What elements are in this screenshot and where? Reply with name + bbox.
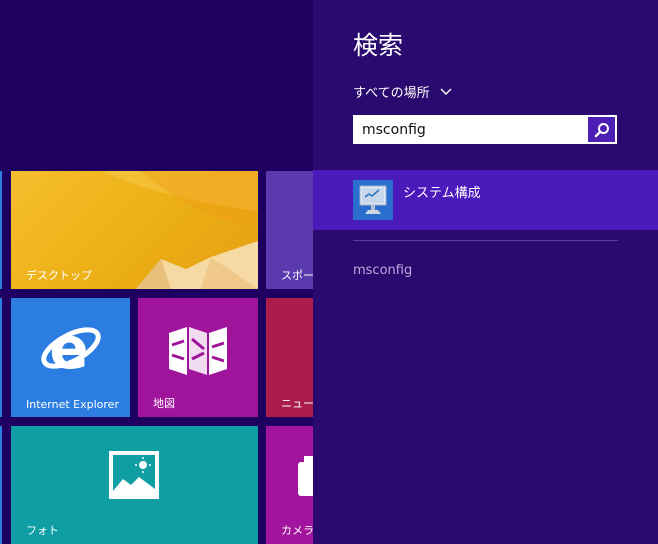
internet-explorer-icon: e bbox=[41, 318, 101, 378]
search-pane: 検索 すべての場所 システム構成 mscon bbox=[313, 0, 658, 544]
photo-icon bbox=[109, 451, 159, 499]
map-icon bbox=[169, 327, 227, 375]
search-input[interactable] bbox=[353, 116, 588, 143]
tile-news[interactable]: ニュー bbox=[266, 298, 314, 417]
tile-maps[interactable]: 地図 bbox=[138, 298, 258, 417]
search-result-label: システム構成 bbox=[403, 186, 481, 201]
tile-label: スポー bbox=[281, 269, 314, 282]
offscreen-tile-edge bbox=[0, 298, 2, 417]
tile-label: フォト bbox=[26, 524, 59, 537]
search-result-item[interactable]: システム構成 bbox=[313, 170, 658, 230]
camera-icon bbox=[298, 456, 314, 496]
tile-camera[interactable]: カメラ bbox=[266, 426, 314, 544]
tile-label: Internet Explorer bbox=[26, 398, 119, 411]
tile-photos[interactable]: フォト bbox=[11, 426, 258, 544]
tile-internet-explorer[interactable]: e Internet Explorer bbox=[11, 298, 130, 417]
search-box bbox=[353, 115, 617, 144]
tile-label: ニュー bbox=[281, 397, 314, 410]
tile-desktop[interactable]: デスクトップ bbox=[11, 171, 258, 289]
search-icon bbox=[594, 122, 609, 137]
offscreen-tile-edge bbox=[0, 171, 2, 289]
search-suggestion[interactable]: msconfig bbox=[353, 263, 412, 278]
search-button[interactable] bbox=[588, 117, 615, 142]
tile-label: 地図 bbox=[153, 397, 175, 410]
search-scope-label: すべての場所 bbox=[353, 86, 430, 101]
offscreen-tile-edge bbox=[0, 426, 2, 544]
tile-label: カメラ bbox=[281, 524, 314, 537]
search-title: 検索 bbox=[353, 31, 404, 60]
tile-label: デスクトップ bbox=[26, 269, 92, 282]
chevron-down-icon bbox=[440, 88, 452, 95]
system-configuration-icon bbox=[353, 180, 393, 220]
tile-sports[interactable]: スポー bbox=[266, 171, 314, 289]
search-scope-dropdown[interactable]: すべての場所 bbox=[353, 82, 452, 101]
svg-text:e: e bbox=[49, 318, 88, 378]
results-divider bbox=[353, 240, 618, 241]
